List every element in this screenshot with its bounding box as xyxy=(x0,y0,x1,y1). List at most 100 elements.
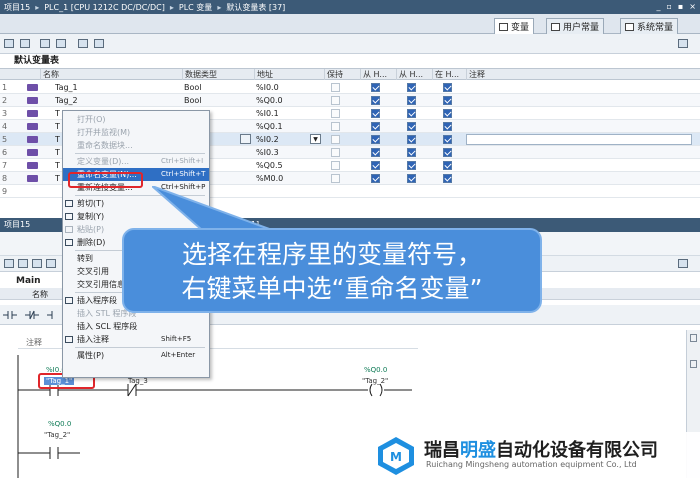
tab-user-constants[interactable]: 用户常量 xyxy=(546,18,605,34)
table-row[interactable]: 2 Tag_2 Bool %Q0.0 xyxy=(0,94,700,107)
context-menu-item[interactable]: 属性(P) Alt+Enter xyxy=(63,349,209,362)
breadcrumb-plc-tags[interactable]: PLC 变量 xyxy=(179,2,212,13)
hmi-accessible-checkbox[interactable] xyxy=(371,161,380,170)
float-button[interactable]: ▪ xyxy=(678,2,683,11)
retain-checkbox[interactable] xyxy=(331,135,340,144)
breadcrumb-project[interactable]: 项目15 xyxy=(4,2,30,13)
contact2-tag[interactable]: Tag_3 xyxy=(128,377,148,385)
tag-address-cell[interactable]: %I0.0 xyxy=(256,81,279,94)
address-picker-icon[interactable] xyxy=(240,134,251,144)
hmi-accessible-checkbox[interactable] xyxy=(371,148,380,157)
hmi-visible-checkbox[interactable] xyxy=(443,122,452,131)
tab-tags[interactable]: 变量 xyxy=(494,18,535,34)
split-view-icon[interactable] xyxy=(678,259,688,268)
insert-row-icon[interactable] xyxy=(20,39,30,48)
monitor-icon[interactable] xyxy=(78,39,88,48)
hmi-writable-checkbox[interactable] xyxy=(407,96,416,105)
settings-icon[interactable] xyxy=(94,39,104,48)
hmi-visible-checkbox[interactable] xyxy=(443,148,452,157)
hmi-visible-checkbox[interactable] xyxy=(443,174,452,183)
hmi-accessible-checkbox[interactable] xyxy=(371,135,380,144)
retain-checkbox[interactable] xyxy=(331,148,340,157)
col-comment[interactable]: 注释 xyxy=(466,69,700,80)
restore-button[interactable]: ▫ xyxy=(666,2,671,11)
tag-address-cell[interactable]: %Q0.5 xyxy=(256,159,283,172)
delete-network-icon[interactable] xyxy=(18,259,28,268)
context-menu-item[interactable]: 重命名数据块... xyxy=(63,139,209,152)
col-address[interactable]: 地址 xyxy=(254,69,324,80)
minimize-button[interactable]: _ xyxy=(656,2,660,11)
tag-name-cell[interactable]: T xyxy=(55,133,60,146)
tag-address-cell[interactable]: %Q0.0 xyxy=(256,94,283,107)
tag-icon xyxy=(27,110,38,117)
tag-name-cell[interactable]: T xyxy=(55,172,60,185)
col-datatype[interactable]: 数据类型 xyxy=(182,69,254,80)
hmi-writable-checkbox[interactable] xyxy=(407,174,416,183)
hmi-writable-checkbox[interactable] xyxy=(407,83,416,92)
hmi-accessible-checkbox[interactable] xyxy=(371,109,380,118)
tag-name-cell[interactable]: T xyxy=(55,146,60,159)
hmi-writable-checkbox[interactable] xyxy=(407,135,416,144)
col-visible-hmi[interactable]: 在 H... xyxy=(432,69,466,80)
import-icon[interactable] xyxy=(56,39,66,48)
tag-name-cell[interactable]: T xyxy=(55,107,60,120)
hmi-accessible-checkbox[interactable] xyxy=(371,83,380,92)
address-dropdown-icon[interactable]: ▼ xyxy=(310,134,321,144)
col-retain[interactable]: 保持 xyxy=(324,69,360,80)
tag-name-cell[interactable]: T xyxy=(55,159,60,172)
hmi-accessible-checkbox[interactable] xyxy=(371,174,380,183)
contact3-tag[interactable]: "Tag_2" xyxy=(44,431,70,439)
col-name[interactable]: 名称 xyxy=(40,69,182,80)
tag-name-cell[interactable]: T xyxy=(55,120,60,133)
breadcrumb-plc[interactable]: PLC_1 [CPU 1212C DC/DC/DC] xyxy=(44,3,165,12)
breadcrumb-tag-table[interactable]: 默认变量表 [37] xyxy=(226,2,285,13)
tag-name-cell[interactable]: Tag_2 xyxy=(55,94,78,107)
table-row[interactable]: 1 Tag_1 Bool %I0.0 xyxy=(0,81,700,94)
hmi-visible-checkbox[interactable] xyxy=(443,109,452,118)
retain-checkbox[interactable] xyxy=(331,122,340,131)
toggle-network-icon[interactable] xyxy=(46,259,56,268)
hmi-writable-checkbox[interactable] xyxy=(407,161,416,170)
close-button[interactable]: × xyxy=(689,2,696,11)
hmi-visible-checkbox[interactable] xyxy=(443,96,452,105)
hmi-writable-checkbox[interactable] xyxy=(407,148,416,157)
coil-tag[interactable]: "Tag_2" xyxy=(362,377,388,385)
col-writable-hmi[interactable]: 从 H... xyxy=(396,69,432,80)
scroll-up-icon[interactable] xyxy=(690,334,697,342)
retain-checkbox[interactable] xyxy=(331,83,340,92)
ladder-elements-icons[interactable] xyxy=(0,305,60,325)
tag-name-cell[interactable]: Tag_1 xyxy=(55,81,78,94)
hmi-writable-checkbox[interactable] xyxy=(407,122,416,131)
context-menu-item[interactable]: 定义变量(D)... Ctrl+Shift+I xyxy=(63,155,209,168)
col-accessible-hmi[interactable]: 从 H... xyxy=(360,69,396,80)
context-menu-item[interactable]: 插入 SCL 程序段 xyxy=(63,320,209,333)
tag-datatype-cell[interactable]: Bool xyxy=(184,81,202,94)
split-view-icon[interactable] xyxy=(678,39,688,48)
tag-address-cell[interactable]: %I0.1 xyxy=(256,107,279,120)
context-menu-item[interactable]: 打开并监视(M) xyxy=(63,126,209,139)
tag-address-cell[interactable]: %I0.3 xyxy=(256,146,279,159)
context-menu-item[interactable]: 插入注释 Shift+F5 xyxy=(63,333,209,346)
block-interface-icon[interactable] xyxy=(4,259,14,268)
tag-datatype-cell[interactable]: Bool xyxy=(184,94,202,107)
tag-address-cell[interactable]: %Q0.1 xyxy=(256,120,283,133)
hmi-visible-checkbox[interactable] xyxy=(443,161,452,170)
add-row-icon[interactable] xyxy=(4,39,14,48)
retain-checkbox[interactable] xyxy=(331,109,340,118)
tab-system-constants[interactable]: 系统常量 xyxy=(620,18,679,34)
retain-checkbox[interactable] xyxy=(331,174,340,183)
context-menu-item[interactable]: 打开(O) xyxy=(63,113,209,126)
retain-checkbox[interactable] xyxy=(331,161,340,170)
hmi-accessible-checkbox[interactable] xyxy=(371,122,380,131)
comment-edit-field[interactable] xyxy=(466,134,692,145)
hmi-writable-checkbox[interactable] xyxy=(407,109,416,118)
export-icon[interactable] xyxy=(40,39,50,48)
hmi-accessible-checkbox[interactable] xyxy=(371,96,380,105)
tag-address-cell[interactable]: %I0.2 xyxy=(256,133,279,146)
scroll-thumb[interactable] xyxy=(690,360,697,368)
retain-checkbox[interactable] xyxy=(331,96,340,105)
tag-address-cell[interactable]: %M0.0 xyxy=(256,172,283,185)
hmi-visible-checkbox[interactable] xyxy=(443,83,452,92)
hmi-visible-checkbox[interactable] xyxy=(443,135,452,144)
insert-network-icon[interactable] xyxy=(32,259,42,268)
